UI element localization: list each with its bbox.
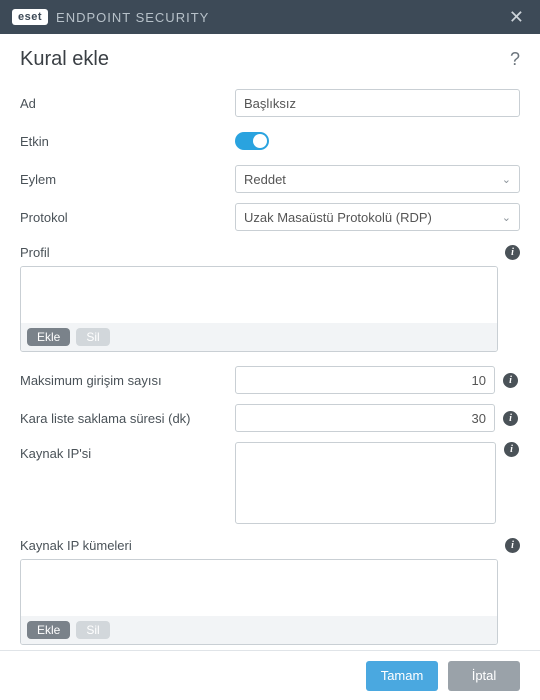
dialog-footer: Tamam İptal [0, 650, 540, 700]
profile-label: Profil [20, 245, 505, 260]
info-icon[interactable]: i [504, 442, 519, 457]
info-icon[interactable]: i [505, 538, 520, 553]
info-icon[interactable]: i [505, 245, 520, 260]
name-input[interactable] [235, 89, 520, 117]
ipsets-delete-button: Sil [76, 621, 109, 639]
enabled-label: Etkin [20, 134, 235, 149]
max-attempts-label: Maksimum girişim sayısı [20, 373, 235, 388]
page-title: Kural ekle [20, 48, 109, 71]
source-ip-sets-label: Kaynak IP kümeleri [20, 538, 505, 553]
close-icon[interactable]: ✕ [505, 8, 528, 26]
profile-add-button[interactable]: Ekle [27, 328, 70, 346]
ok-button[interactable]: Tamam [366, 661, 438, 691]
profile-delete-button: Sil [76, 328, 109, 346]
info-icon[interactable]: i [503, 373, 518, 388]
chevron-down-icon: ⌄ [502, 173, 511, 186]
source-ip-sets-body[interactable] [21, 560, 497, 616]
source-ip-textarea[interactable] [235, 442, 496, 524]
help-icon[interactable]: ? [510, 49, 520, 70]
max-attempts-input[interactable] [235, 366, 495, 394]
profile-listbox: Ekle Sil [20, 266, 498, 352]
profile-list-body[interactable] [21, 267, 497, 323]
blacklist-retention-input[interactable] [235, 404, 495, 432]
cancel-button[interactable]: İptal [448, 661, 520, 691]
action-select[interactable]: Reddet ⌄ [235, 165, 520, 193]
brand-logo: eset [12, 9, 48, 25]
ipsets-add-button[interactable]: Ekle [27, 621, 70, 639]
enabled-toggle[interactable] [235, 132, 269, 150]
source-ip-sets-listbox: Ekle Sil [20, 559, 498, 645]
name-label: Ad [20, 96, 235, 111]
protocol-value: Uzak Masaüstü Protokolü (RDP) [244, 210, 432, 225]
action-value: Reddet [244, 172, 286, 187]
blacklist-retention-label: Kara liste saklama süresi (dk) [20, 411, 235, 426]
info-icon[interactable]: i [503, 411, 518, 426]
app-title: ENDPOINT SECURITY [56, 10, 209, 25]
chevron-down-icon: ⌄ [502, 211, 511, 224]
source-ip-label: Kaynak IP'si [20, 442, 235, 461]
titlebar: eset ENDPOINT SECURITY ✕ [0, 0, 540, 34]
action-label: Eylem [20, 172, 235, 187]
protocol-select[interactable]: Uzak Masaüstü Protokolü (RDP) ⌄ [235, 203, 520, 231]
protocol-label: Protokol [20, 210, 235, 225]
